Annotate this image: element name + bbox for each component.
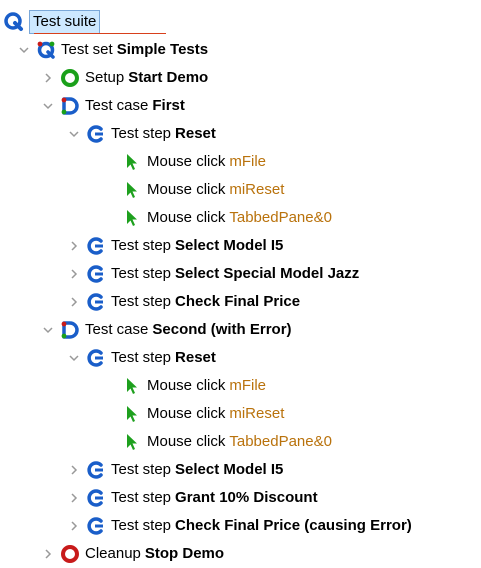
tree-node-test-suite[interactable]: Test suite xyxy=(4,8,101,36)
node-kind-label: Mouse click xyxy=(147,209,226,226)
click-target-label: miReset xyxy=(229,181,285,198)
node-kind-label: Test step xyxy=(111,517,172,534)
chevron-right-icon[interactable] xyxy=(42,548,54,560)
chevron-down-icon[interactable] xyxy=(42,100,54,112)
node-name-label: Reset xyxy=(175,125,216,142)
tree-node-test-step[interactable]: Test step Select Model I5 xyxy=(68,232,283,260)
test-step-icon xyxy=(86,348,106,368)
node-kind-label: Mouse click xyxy=(147,181,226,198)
mouse-click-icon xyxy=(122,432,142,452)
chevron-right-icon[interactable] xyxy=(42,72,54,84)
node-name-label: Second (with Error) xyxy=(152,321,292,338)
test-step-icon xyxy=(86,488,106,508)
chevron-right-icon[interactable] xyxy=(68,464,80,476)
mouse-click-icon xyxy=(122,152,142,172)
mouse-click-icon xyxy=(122,376,142,396)
node-name-label: Grant 10% Discount xyxy=(175,489,318,506)
node-kind-label: Test step xyxy=(111,461,172,478)
test-step-icon xyxy=(86,264,106,284)
node-kind-label: Mouse click xyxy=(147,377,226,394)
click-target-label: TabbedPane&0 xyxy=(229,209,332,226)
chevron-right-icon[interactable] xyxy=(68,296,80,308)
tree-node-test-set[interactable]: Test set Simple Tests xyxy=(18,36,208,64)
tree-node-test-case-second[interactable]: Test case Second (with Error) xyxy=(42,316,292,344)
test-case-icon xyxy=(60,320,80,340)
node-name-label: Select Model I5 xyxy=(175,237,284,254)
node-name-label: Select Model I5 xyxy=(175,461,284,478)
tree-node-test-step[interactable]: Test step Select Special Model Jazz xyxy=(68,260,359,288)
node-kind-label: Mouse click xyxy=(147,153,226,170)
drop-indicator-line xyxy=(34,33,166,34)
node-kind-label: Test step xyxy=(111,237,172,254)
node-name-label: Start Demo xyxy=(128,69,209,86)
node-name-label: Simple Tests xyxy=(116,41,209,58)
test-set-icon xyxy=(36,40,56,60)
node-kind-label: Test step xyxy=(111,265,172,282)
click-target-label: miReset xyxy=(229,405,285,422)
node-name-label: Reset xyxy=(175,349,216,366)
tree-node-test-step[interactable]: Test step Select Model I5 xyxy=(68,456,283,484)
node-kind-label: Mouse click xyxy=(147,433,226,450)
mouse-click-icon xyxy=(122,208,142,228)
test-step-icon xyxy=(86,516,106,536)
node-kind-label: Test set xyxy=(61,41,113,58)
node-name-label: Check Final Price xyxy=(175,293,301,310)
click-target-label: TabbedPane&0 xyxy=(229,433,332,450)
chevron-right-icon[interactable] xyxy=(68,520,80,532)
test-step-icon xyxy=(86,124,106,144)
tree-node-test-step-reset[interactable]: Test step Reset xyxy=(68,344,216,372)
tree-node-mouse-click[interactable]: Mouse click mFile xyxy=(122,372,266,400)
node-kind-label: Test step xyxy=(111,125,172,142)
mouse-click-icon xyxy=(122,404,142,424)
mouse-click-icon xyxy=(122,180,142,200)
test-suite-label: Test suite xyxy=(29,10,101,34)
tree-node-mouse-click[interactable]: Mouse click miReset xyxy=(122,176,284,204)
node-kind-label: Test case xyxy=(85,97,149,114)
test-tree: Test suite Test set Simple Tests Setup S… xyxy=(0,0,481,564)
tree-node-mouse-click[interactable]: Mouse click TabbedPane&0 xyxy=(122,204,332,232)
chevron-right-icon[interactable] xyxy=(68,492,80,504)
node-kind-label: Test step xyxy=(111,489,172,506)
tree-node-setup[interactable]: Setup Start Demo xyxy=(42,64,208,92)
tree-node-test-step[interactable]: Test step Check Final Price (causing Err… xyxy=(68,512,412,540)
test-suite-icon xyxy=(4,12,24,32)
click-target-label: mFile xyxy=(229,377,267,394)
test-step-icon xyxy=(86,236,106,256)
tree-node-mouse-click[interactable]: Mouse click TabbedPane&0 xyxy=(122,428,332,456)
node-name-label: First xyxy=(152,97,185,114)
chevron-right-icon[interactable] xyxy=(68,268,80,280)
cleanup-icon xyxy=(60,544,80,564)
chevron-down-icon[interactable] xyxy=(42,324,54,336)
node-kind-label: Test case xyxy=(85,321,149,338)
chevron-right-icon[interactable] xyxy=(68,240,80,252)
tree-node-mouse-click[interactable]: Mouse click miReset xyxy=(122,400,284,428)
test-step-icon xyxy=(86,292,106,312)
setup-icon xyxy=(60,68,80,88)
chevron-down-icon[interactable] xyxy=(68,128,80,140)
tree-node-test-step-reset[interactable]: Test step Reset xyxy=(68,120,216,148)
test-step-icon xyxy=(86,460,106,480)
node-kind-label: Mouse click xyxy=(147,405,226,422)
tree-node-test-step[interactable]: Test step Grant 10% Discount xyxy=(68,484,318,512)
test-case-icon xyxy=(60,96,80,116)
node-kind-label: Setup xyxy=(85,69,125,86)
node-kind-label: Test step xyxy=(111,349,172,366)
node-name-label: Check Final Price (causing Error) xyxy=(175,517,412,534)
chevron-down-icon[interactable] xyxy=(18,44,30,56)
tree-node-test-step[interactable]: Test step Check Final Price xyxy=(68,288,300,316)
node-name-label: Select Special Model Jazz xyxy=(175,265,360,282)
tree-node-test-case-first[interactable]: Test case First xyxy=(42,92,185,120)
chevron-down-icon[interactable] xyxy=(68,352,80,364)
tree-node-mouse-click[interactable]: Mouse click mFile xyxy=(122,148,266,176)
click-target-label: mFile xyxy=(229,153,267,170)
node-kind-label: Test step xyxy=(111,293,172,310)
